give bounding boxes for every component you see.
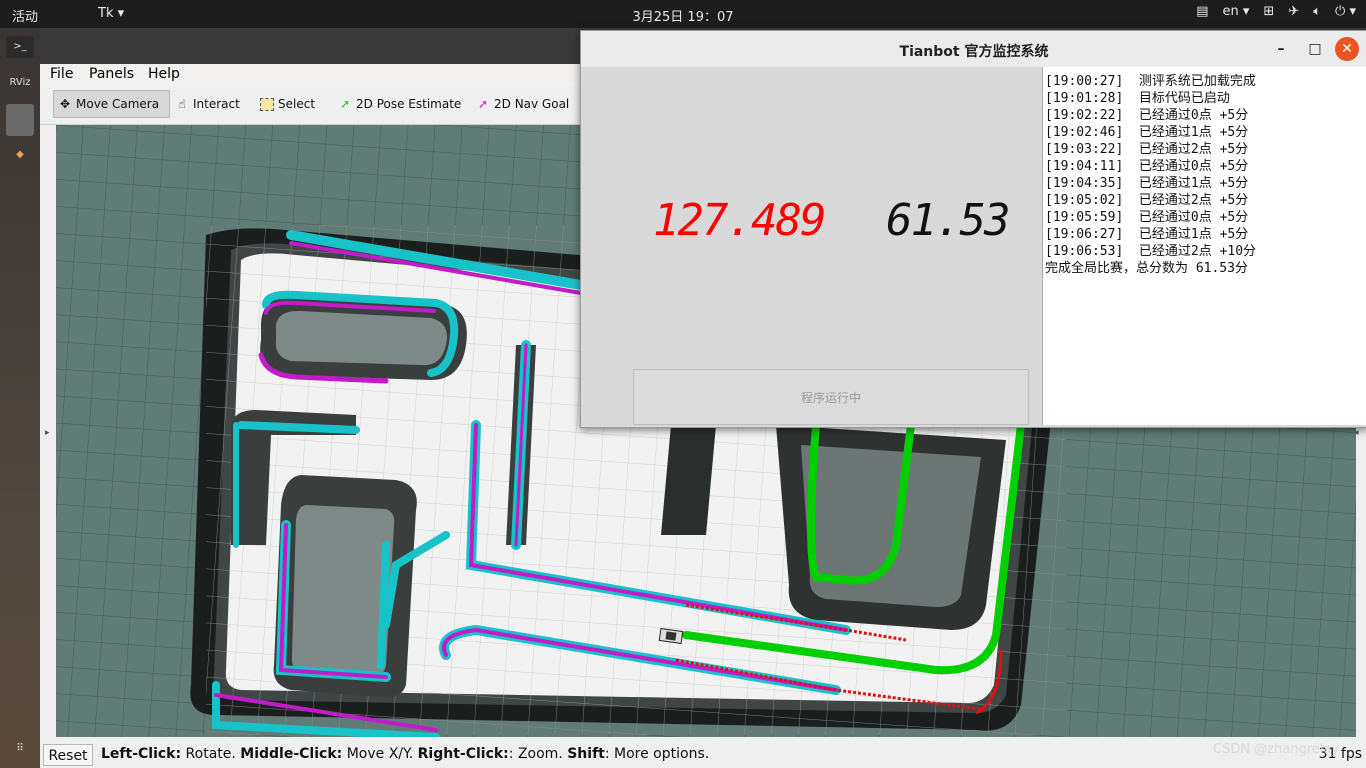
tool-label: 2D Pose Estimate (356, 97, 462, 111)
maximize-icon[interactable]: □ (1303, 37, 1327, 61)
close-icon[interactable]: ✕ (1335, 37, 1359, 61)
clock[interactable]: 3月25日 19：07 (0, 6, 1366, 25)
tool-select[interactable]: Select (256, 90, 319, 118)
run-status-button[interactable]: 程序运行中 (633, 369, 1029, 425)
log-line: [19:05:59] 已经通过0点 +5分 (1045, 210, 1249, 225)
help-key: Middle-Click: (240, 746, 343, 762)
reset-button[interactable]: Reset (43, 744, 93, 766)
log-line: [19:02:22] 已经通过0点 +5分 (1045, 108, 1249, 123)
hand-icon: ☝ (178, 97, 186, 111)
tool-label: Select (278, 97, 316, 111)
log-line: [19:03:22] 已经通过2点 +5分 (1045, 142, 1249, 157)
menu-file[interactable]: File (50, 66, 73, 82)
help-key: Left-Click: (101, 746, 182, 762)
green-arrow-icon: ➚ (339, 97, 351, 111)
robot-marker (658, 627, 684, 645)
rviz-icon[interactable]: RViz (6, 72, 34, 94)
volume-icon[interactable]: 🔈︎ (1313, 4, 1321, 19)
log-line: [19:04:35] 已经通过1点 +5分 (1045, 176, 1249, 191)
tool-2d-pose-estimate[interactable]: ➚ 2D Pose Estimate (334, 90, 465, 118)
move-camera-icon: ✥ (59, 97, 71, 111)
log-line: [19:00:27] 测评系统已加载完成 (1045, 74, 1256, 89)
elapsed-time-display: 127.489 (653, 195, 826, 246)
minimize-icon[interactable]: – (1269, 37, 1293, 61)
help-key: Shift (567, 746, 605, 762)
language-indicator[interactable]: en ▾ (1223, 4, 1250, 19)
score-display: 61.53 (886, 195, 1010, 246)
menu-help[interactable]: Help (148, 66, 180, 82)
watermark: CSDN @zhangrelay (1213, 742, 1340, 757)
tool-interact[interactable]: ☝ Interact (171, 90, 244, 118)
help-desc: : More options. (604, 746, 710, 762)
log-line: [19:06:53] 已经通过2点 +10分 (1045, 244, 1257, 259)
system-top-bar: 活动 Tk ▾ 3月25日 19：07 ▤ en ▾ ⊞ ✈ 🔈︎ ⏻ ▾ (0, 0, 1366, 28)
terminal-icon[interactable]: >_ (6, 36, 34, 58)
tool-label: Move Camera (76, 97, 160, 111)
help-desc: : Zoom. (508, 746, 568, 762)
help-key: Right-Click: (417, 746, 509, 762)
log-line: [19:06:27] 已经通过1点 +5分 (1045, 227, 1249, 242)
monitor-titlebar[interactable]: Tianbot 官方监控系统 – □ ✕ (581, 31, 1366, 67)
log-line: [19:01:28] 目标代码已启动 (1045, 91, 1230, 106)
tool-label: 2D Nav Goal (494, 97, 570, 111)
network-icon[interactable]: ⊞ (1263, 4, 1274, 19)
tk-window-icon[interactable] (6, 104, 34, 136)
log-line: [19:04:11] 已经通过0点 +5分 (1045, 159, 1249, 174)
log-line: [19:02:46] 已经通过1点 +5分 (1045, 125, 1249, 140)
airplane-icon[interactable]: ✈ (1288, 4, 1299, 19)
tool-move-camera[interactable]: ✥ Move Camera (53, 90, 170, 118)
help-desc: Rotate. (181, 746, 241, 762)
system-tray: ▤ en ▾ ⊞ ✈ 🔈︎ ⏻ ▾ (1196, 4, 1356, 19)
log-line: [19:05:02] 已经通过2点 +5分 (1045, 193, 1249, 208)
monitor-window: Tianbot 官方监控系统 – □ ✕ 127.489 61.53 程序运行中… (580, 30, 1366, 428)
window-title: Tianbot 官方监控系统 (899, 44, 1049, 60)
clipboard-icon[interactable]: ▤ (1196, 4, 1208, 19)
event-log[interactable]: [19:00:27] 测评系统已加载完成 [19:01:28] 目标代码已启动 [1… (1042, 67, 1366, 425)
menu-panels[interactable]: Panels (89, 66, 134, 82)
show-apps-icon[interactable]: ⠿ (6, 738, 34, 760)
left-panel-toggle-icon[interactable]: ▸ (45, 428, 50, 438)
status-bar: Reset Left-Click: Rotate. Middle-Click: … (40, 740, 1366, 768)
log-line: 完成全局比赛，总分数为 61.53分 (1045, 261, 1248, 276)
magenta-arrow-icon: ➚ (477, 97, 489, 111)
layers-icon[interactable]: ◆ (6, 144, 34, 166)
language-label: en (1222, 4, 1239, 19)
select-box-icon (260, 97, 274, 111)
dock: >_ RViz ◆ ⠿ (0, 28, 40, 768)
tool-label: Interact (193, 97, 240, 111)
status-help-text: Left-Click: Rotate. Middle-Click: Move X… (101, 746, 709, 762)
power-icon[interactable]: ⏻ ▾ (1335, 4, 1356, 19)
help-desc: Move X/Y. (342, 746, 418, 762)
tool-2d-nav-goal[interactable]: ➚ 2D Nav Goal (472, 90, 573, 118)
